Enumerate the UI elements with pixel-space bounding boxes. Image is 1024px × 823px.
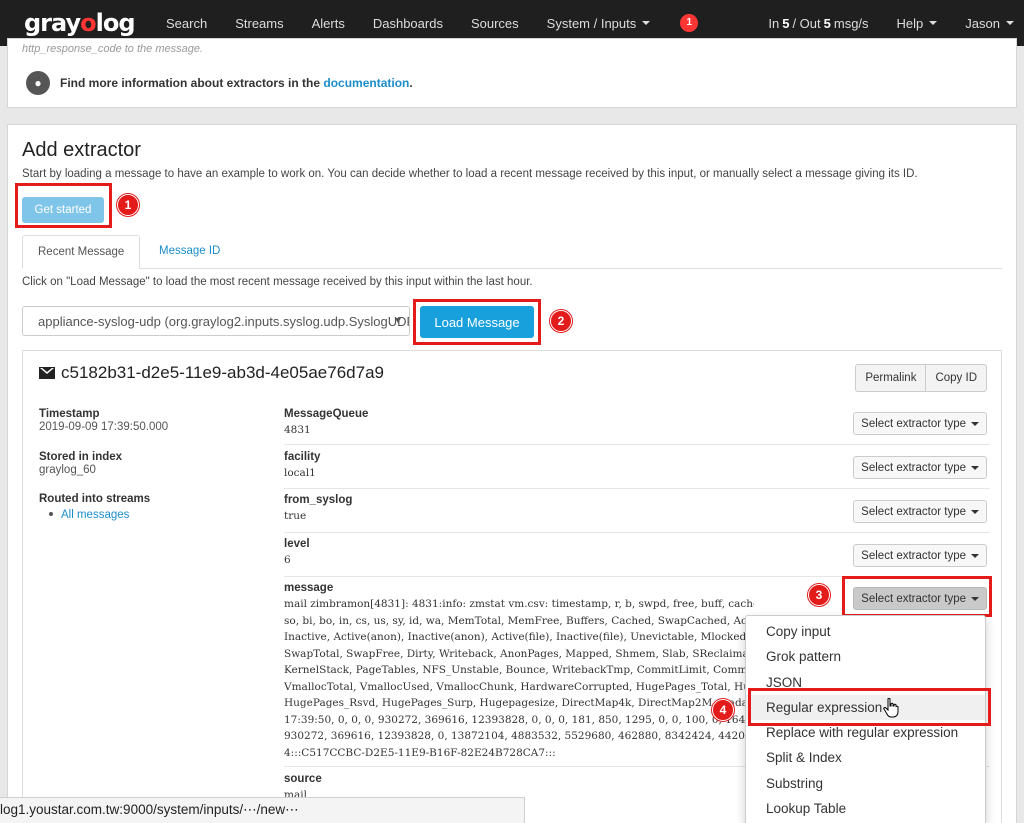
field-divider xyxy=(284,532,990,533)
message-line: 4:::C517CCBC-D2E5-11E9-B16F-82E24B728CA7… xyxy=(284,746,556,759)
annotation-marker-2: 2 xyxy=(550,310,572,332)
timestamp-label: Timestamp xyxy=(39,408,100,420)
field-divider xyxy=(284,576,990,577)
nav-system-inputs-label: System / Inputs xyxy=(546,15,637,31)
select-extractor-type-button-from-syslog[interactable]: Select extractor type xyxy=(853,500,987,523)
input-select-value: appliance-syslog-udp (org.graylog2.input… xyxy=(38,314,410,329)
select-extractor-type-button-facility[interactable]: Select extractor type xyxy=(853,456,987,479)
page-title: Add extractor xyxy=(22,139,141,161)
chevron-down-icon xyxy=(971,465,979,470)
message-line: VmallocTotal, VmallocUsed, VmallocChunk,… xyxy=(284,680,754,693)
lightbulb-icon: ● xyxy=(26,71,50,95)
load-message-hint: Click on "Load Message" to load the most… xyxy=(22,276,533,288)
message-line: Inactive, Active(anon), Inactive(anon), … xyxy=(284,631,750,643)
copy-id-button[interactable]: Copy ID xyxy=(926,364,987,392)
throughput-unit: msg/s xyxy=(833,15,869,31)
notification-badge[interactable]: 1 xyxy=(680,14,699,32)
select-extractor-type-button-messagequeue[interactable]: Select extractor type xyxy=(853,412,987,435)
message-id: c5182b31-d2e5-11e9-ab3d-4e05ae76d7a9 xyxy=(61,363,384,382)
documentation-hint-period: . xyxy=(409,76,413,90)
extractor-type-menu: Copy input Grok pattern JSON Regular exp… xyxy=(745,615,986,823)
field-divider xyxy=(284,444,990,445)
chevron-down-icon xyxy=(395,318,401,323)
select-extractor-type-label: Select extractor type xyxy=(861,592,966,605)
documentation-link[interactable]: documentation xyxy=(323,76,409,90)
throughput-in-value: 5 xyxy=(782,15,790,31)
get-started-button[interactable]: Get started xyxy=(22,197,104,223)
envelope-icon xyxy=(39,367,55,379)
stream-list-item: All messages xyxy=(39,509,150,521)
input-select[interactable]: appliance-syslog-udp (org.graylog2.input… xyxy=(22,306,410,336)
load-message-button[interactable]: Load Message xyxy=(420,306,534,338)
chevron-down-icon xyxy=(929,21,938,25)
menu-item-json[interactable]: JSON xyxy=(746,670,985,695)
chevron-down-icon xyxy=(971,509,979,514)
throughput-in-label: In xyxy=(768,15,780,31)
permalink-button[interactable]: Permalink xyxy=(855,364,927,392)
field-value-multiline: mail zimbramon[4831]: 4831:info: zmstat … xyxy=(284,596,754,761)
select-extractor-type-label: Select extractor type xyxy=(861,461,966,474)
menu-item-split-index[interactable]: Split & Index xyxy=(746,745,985,770)
message-line: mail zimbramon[4831]: 4831:info: zmstat … xyxy=(284,598,754,610)
menu-item-grok-pattern[interactable]: Grok pattern xyxy=(746,644,985,669)
message-line: KernelStack, PageTables, NFS_Unstable, B… xyxy=(284,664,754,676)
message-line: 930272, 369616, 12393828, 0, 13872104, 4… xyxy=(284,730,754,742)
message-line: HugePages_Rsvd, HugePages_Surp, Hugepage… xyxy=(284,697,754,709)
chevron-down-icon xyxy=(971,596,979,601)
chevron-down-icon xyxy=(1006,21,1014,25)
message-source-tabs: Recent Message Message ID xyxy=(22,235,1002,269)
hand-cursor-icon xyxy=(883,698,899,718)
annotation-marker-4: 4 xyxy=(712,699,734,721)
index-value: graylog_60 xyxy=(39,464,96,476)
nav-help-label: Help xyxy=(896,15,924,31)
throughput-out-label: / Out xyxy=(792,15,821,31)
menu-item-copy-input[interactable]: Copy input xyxy=(746,619,985,644)
select-extractor-type-label: Select extractor type xyxy=(861,417,966,430)
message-id-heading: c5182b31-d2e5-11e9-ab3d-4e05ae76d7a9 xyxy=(39,363,384,383)
select-extractor-type-button-message[interactable]: Select extractor type xyxy=(853,587,987,610)
field-divider xyxy=(284,488,990,489)
truncated-description: http_response_code to the message. xyxy=(22,43,204,55)
message-line: 17:39:50, 0, 0, 0, 930272, 369616, 12393… xyxy=(284,713,754,726)
message-actions: Permalink Copy ID xyxy=(855,364,987,392)
logo-text-o: o xyxy=(80,9,96,37)
chevron-down-icon xyxy=(642,21,651,25)
select-extractor-type-button-level[interactable]: Select extractor type xyxy=(853,544,987,567)
timestamp-meta: Timestamp 2019-09-09 17:39:50.000 xyxy=(39,408,168,433)
extractor-description: Start by loading a message to have an ex… xyxy=(22,168,918,180)
field-name: message xyxy=(284,582,334,594)
field-message: message mail zimbramon[4831]: 4831:info:… xyxy=(284,582,754,761)
menu-item-regular-expression[interactable]: Regular expression xyxy=(746,694,985,721)
select-extractor-type-label: Select extractor type xyxy=(861,505,966,518)
index-meta: Stored in index graylog_60 xyxy=(39,451,122,476)
browser-status-bar: log1.youstar.com.tw:9000/system/inputs/⋯… xyxy=(0,797,525,823)
message-line: SwapTotal, SwapFree, Dirty, Writeback, A… xyxy=(284,647,754,660)
logo-text-prefix: gray xyxy=(24,9,81,37)
menu-item-substring[interactable]: Substring xyxy=(746,771,985,796)
extractor-info-panel: http_response_code to the message. ● Fin… xyxy=(7,38,1017,108)
message-line: so, bi, bo, in, cs, us, sy, id, wa, MemT… xyxy=(284,614,754,627)
chevron-down-icon xyxy=(971,553,979,558)
tab-recent-message[interactable]: Recent Message xyxy=(22,235,141,269)
documentation-hint: Find more information about extractors i… xyxy=(60,76,413,90)
bullet-icon xyxy=(49,512,53,516)
tab-message-id[interactable]: Message ID xyxy=(144,235,235,269)
documentation-hint-text: Find more information about extractors i… xyxy=(60,76,321,90)
select-extractor-type-label: Select extractor type xyxy=(861,549,966,562)
nav-user-label: Jason xyxy=(965,15,1000,31)
annotation-marker-3: 3 xyxy=(808,584,830,606)
streams-meta: Routed into streams All messages xyxy=(39,493,150,521)
streams-label: Routed into streams xyxy=(39,493,151,505)
stream-link-all-messages[interactable]: All messages xyxy=(61,509,129,521)
chevron-down-icon xyxy=(971,421,979,426)
menu-item-replace-with-regex[interactable]: Replace with regular expression xyxy=(746,720,985,745)
menu-item-lookup-table[interactable]: Lookup Table xyxy=(746,796,985,821)
throughput-out-value: 5 xyxy=(823,15,831,31)
index-label: Stored in index xyxy=(39,451,123,463)
annotation-marker-1: 1 xyxy=(117,194,139,216)
logo-text-suffix: log xyxy=(95,9,136,37)
timestamp-value: 2019-09-09 17:39:50.000 xyxy=(39,421,169,433)
